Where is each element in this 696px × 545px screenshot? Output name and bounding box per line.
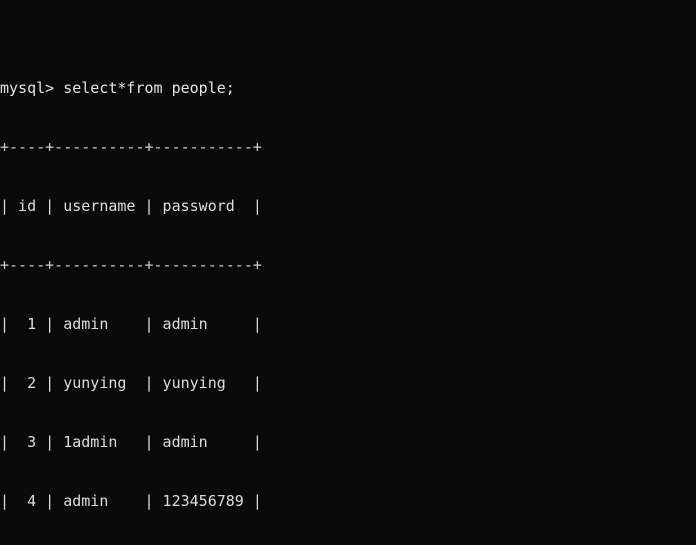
table-border-top: +----+----------+-----------+: [0, 137, 262, 156]
command-line: mysql> select*from people;: [0, 78, 235, 97]
table-border-middle: +----+----------+-----------+: [0, 256, 262, 275]
table-row: | 2 | yunying | yunying |: [0, 374, 262, 393]
table-row: | 1 | admin | admin |: [0, 315, 262, 334]
table-row: | 3 | 1admin | admin |: [0, 433, 262, 452]
table-header-row: | id | username | password |: [0, 197, 262, 215]
terminal-screen[interactable]: mysql> select*from people; +----+-------…: [0, 0, 696, 545]
table-row: | 4 | admin | 123456789 |: [0, 492, 262, 511]
